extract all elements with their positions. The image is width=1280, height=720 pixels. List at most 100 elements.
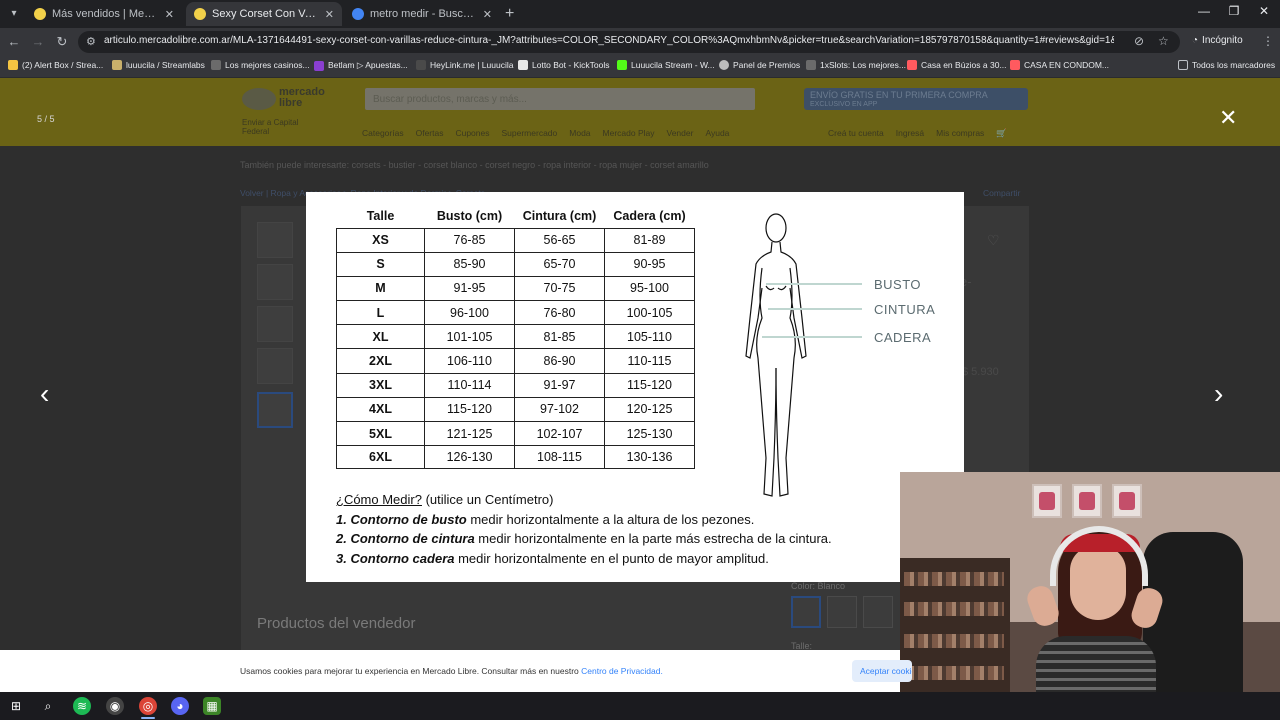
product-thumbnail-selected[interactable]: [257, 392, 293, 428]
bookmark-item[interactable]: Los mejores casinos...: [211, 60, 310, 70]
bookmark-label: Lotto Bot - KickTools: [532, 60, 610, 70]
size-cell: 85-90: [424, 251, 515, 277]
step-text: medir horizontalmente en la parte más es…: [474, 531, 832, 546]
nav-item[interactable]: Moda: [569, 128, 590, 138]
size-cell: 105-110: [604, 324, 695, 350]
bookmark-label: 1xSlots: Los mejores...: [820, 60, 906, 70]
cart-icon[interactable]: 🛒: [996, 128, 1007, 139]
privacy-center-link[interactable]: Centro de Privacidad.: [581, 666, 663, 676]
size-table-row: XS 76-85 56-65 81-89: [336, 227, 695, 253]
favorite-heart-icon[interactable]: ♡: [987, 232, 1000, 249]
close-tab-icon[interactable]: ✕: [325, 8, 334, 21]
next-image-chevron-icon[interactable]: ›: [1214, 380, 1223, 408]
size-table-row: L 96-100 76-80 100-105: [336, 300, 695, 326]
bookmark-item[interactable]: luuucila / Streamlabs: [112, 60, 205, 70]
bookmark-item[interactable]: Panel de Premios: [719, 60, 800, 70]
bookmark-item[interactable]: (2) Alert Box / Strea...: [8, 60, 103, 70]
eye-off-icon[interactable]: ⊘: [1134, 34, 1144, 48]
address-bar[interactable]: ⚙ articulo.mercadolibre.com.ar/MLA-13716…: [78, 31, 1180, 53]
color-swatch[interactable]: [863, 596, 893, 628]
bookmark-favicon-icon: [617, 60, 627, 70]
bookmark-label: Casa en Búzios a 30...: [921, 60, 1007, 70]
nav-item[interactable]: Supermercado: [502, 128, 558, 138]
restore-window-icon[interactable]: ❐: [1224, 4, 1244, 18]
windows-start-icon[interactable]: ⊞: [7, 697, 25, 715]
product-thumbnail[interactable]: [257, 264, 293, 300]
back-arrow-icon[interactable]: ←: [6, 34, 22, 49]
wall-frame: [1072, 484, 1102, 518]
obs-icon[interactable]: ◉: [106, 697, 124, 715]
nav-item[interactable]: Mercado Play: [603, 128, 655, 138]
label-cintura: CINTURA: [874, 302, 936, 317]
size-cell-talle: 3XL: [336, 372, 425, 398]
header-talle: Talle: [336, 204, 425, 229]
close-window-icon[interactable]: ✕: [1254, 4, 1274, 18]
bookmark-item[interactable]: Casa en Búzios a 30...: [907, 60, 1007, 70]
nav-item[interactable]: Ayuda: [705, 128, 729, 138]
ml-location[interactable]: Enviar a Capital Federal: [242, 118, 312, 136]
tab-sexy-corset[interactable]: Sexy Corset Con Varillas Reduc ✕: [186, 2, 342, 26]
product-thumbnail[interactable]: [257, 222, 293, 258]
forward-arrow-icon[interactable]: →: [30, 34, 46, 49]
minecraft-icon[interactable]: ▦: [203, 697, 221, 715]
tab-mas-vendidos[interactable]: Más vendidos | Mercadolibre Ar ✕: [26, 2, 182, 26]
product-thumbnail[interactable]: [257, 348, 293, 384]
product-thumbnail[interactable]: [257, 306, 293, 342]
bookmark-favicon-icon: [719, 60, 729, 70]
size-cell: 81-85: [514, 324, 605, 350]
discord-icon[interactable]: ◕: [171, 697, 189, 715]
close-tab-icon[interactable]: ✕: [165, 8, 174, 21]
size-cell: 91-95: [424, 275, 515, 302]
close-lightbox-icon[interactable]: ✕: [1219, 107, 1237, 129]
bookmark-item[interactable]: HeyLink.me | Luuucila: [416, 60, 513, 70]
mercadolibre-logo-icon[interactable]: [242, 88, 276, 110]
bookmark-item[interactable]: Lotto Bot - KickTools: [518, 60, 609, 70]
bookmark-item[interactable]: CASA EN CONDOM...: [1010, 60, 1109, 70]
size-cell: 110-115: [604, 348, 695, 374]
cookie-banner: Usamos cookies para mejorar tu experienc…: [0, 650, 912, 692]
tab-metro-medir[interactable]: metro medir - Buscar con Goog ✕: [344, 2, 500, 26]
size-table-row: M 91-95 70-75 95-100: [336, 275, 695, 302]
bookmark-item[interactable]: Luuucila Stream - W...: [617, 60, 715, 70]
incognito-indicator[interactable]: ◔ Incógnito: [1192, 35, 1243, 46]
share-link[interactable]: Compartir: [983, 188, 1020, 198]
bookmark-label: luuucila / Streamlabs: [126, 60, 205, 70]
user-link[interactable]: Ingresá: [896, 128, 924, 139]
tab-search-chevron-icon[interactable]: ▾: [6, 6, 22, 22]
bookmark-star-icon[interactable]: ☆: [1158, 34, 1169, 48]
bookmark-item[interactable]: 1xSlots: Los mejores...: [806, 60, 906, 70]
color-swatch[interactable]: [791, 596, 821, 628]
user-link[interactable]: Creá tu cuenta: [828, 128, 884, 139]
nav-item[interactable]: Categorías: [362, 128, 404, 138]
browser-tab-bar: ▾ Más vendidos | Mercadolibre Ar ✕ Sexy …: [0, 0, 1280, 28]
close-tab-icon[interactable]: ✕: [483, 8, 492, 21]
suggestions-bar: También puede interesarte: corsets - bus…: [240, 160, 709, 170]
size-cell-talle: XL: [336, 324, 425, 350]
reload-icon[interactable]: ↻: [54, 34, 70, 50]
color-swatch[interactable]: [827, 596, 857, 628]
chrome-icon[interactable]: ◎: [139, 697, 157, 715]
price: $ 5.930: [962, 366, 999, 378]
prev-image-chevron-icon[interactable]: ‹: [40, 380, 49, 408]
user-link[interactable]: Mis compras: [936, 128, 984, 139]
menu-kebab-icon[interactable]: ⋮: [1262, 34, 1274, 48]
streamer: [1023, 516, 1166, 692]
ml-promo-banner[interactable]: ENVÍO GRATIS EN TU PRIMERA COMPRA EXCLUS…: [804, 88, 1028, 110]
bookmark-label: Betlam ▷ Apuestas...: [328, 60, 408, 70]
ml-search-input[interactable]: Buscar productos, marcas y más...: [365, 88, 755, 110]
bookmark-favicon-icon: [907, 60, 917, 70]
nav-item[interactable]: Vender: [667, 128, 694, 138]
body-silhouette-icon: [745, 213, 807, 497]
size-cell: 70-75: [514, 275, 605, 302]
nav-item[interactable]: Ofertas: [416, 128, 444, 138]
site-info-icon[interactable]: ⚙: [86, 35, 96, 48]
size-cell: 115-120: [424, 396, 515, 423]
minimize-window-icon[interactable]: —: [1194, 4, 1214, 18]
nav-item[interactable]: Cupones: [455, 128, 489, 138]
accept-cookies-button[interactable]: Aceptar cookies: [852, 660, 912, 682]
spotify-icon[interactable]: ≋: [73, 697, 91, 715]
new-tab-plus-icon[interactable]: +: [505, 5, 514, 23]
all-bookmarks-folder[interactable]: Todos los marcadores: [1178, 60, 1275, 70]
bookmark-item[interactable]: Betlam ▷ Apuestas...: [314, 60, 408, 71]
search-icon[interactable]: ⌕: [39, 697, 57, 715]
